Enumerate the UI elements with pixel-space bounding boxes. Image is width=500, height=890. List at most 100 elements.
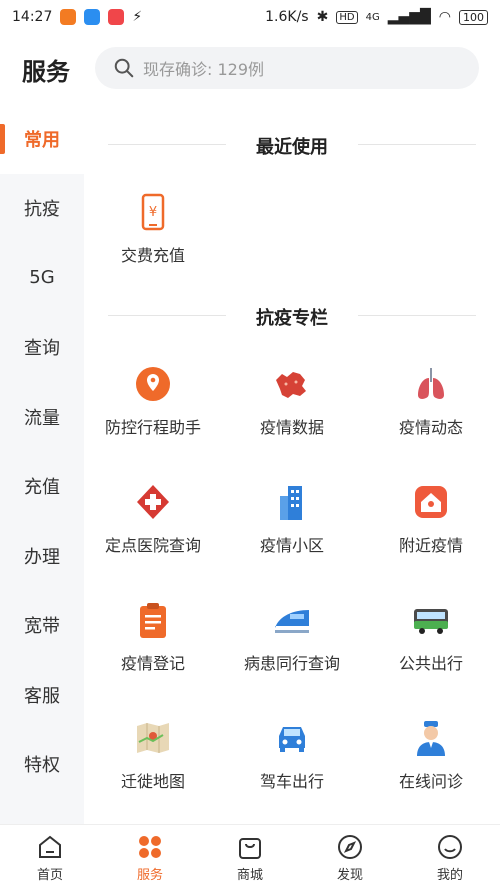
- profile-icon: [438, 834, 462, 859]
- svg-text:¥: ¥: [149, 205, 157, 220]
- lungs-icon: [418, 368, 444, 399]
- section-title-recent: 最近使用: [84, 133, 500, 159]
- tab-discover[interactable]: 发现: [300, 825, 400, 890]
- search-placeholder: 现存确诊: 129例: [143, 60, 265, 79]
- header: 服务 现存确诊: 129例: [0, 34, 500, 104]
- shopping-bag-icon: [239, 837, 261, 859]
- service-label: 驾车出行: [259, 772, 324, 791]
- sidebar-item-data[interactable]: 流量: [0, 382, 84, 452]
- sidebar-item-5g[interactable]: 5G: [0, 243, 84, 313]
- service-travel-assistant[interactable]: 防控行程助手: [84, 364, 222, 464]
- service-label: 迁徙地图: [120, 772, 185, 791]
- compass-icon: [338, 834, 362, 859]
- sidebar-item-label: 抗疫: [24, 199, 60, 221]
- service-online-consultation[interactable]: 在线问诊: [362, 718, 500, 818]
- wifi-icon: ◠: [438, 9, 451, 25]
- main-content: 最近使用 ¥ 交费充值 抗疫专栏 防控行程助手 疫情数据 疫情动态 定点医院查询…: [84, 104, 500, 824]
- sidebar-item-common[interactable]: 常用: [0, 104, 84, 174]
- service-label: 交费充值: [120, 246, 185, 265]
- sidebar-item-label: 客服: [24, 685, 60, 707]
- service-label: 定点医院查询: [104, 536, 201, 555]
- page-title: 服务: [22, 58, 70, 86]
- sidebar-item-label: 5G: [29, 267, 55, 289]
- sidebar-item-privilege[interactable]: 特权: [0, 730, 84, 800]
- location-pin-icon: [136, 367, 170, 401]
- divider: [108, 315, 226, 316]
- nearby-house-icon: [415, 486, 447, 518]
- status-time: 14:27: [12, 9, 53, 25]
- sidebar-item-life[interactable]: 生活: [0, 799, 84, 824]
- signal-icon: ▂▄▆█: [387, 9, 431, 25]
- network-speed: 1.6K/s: [265, 9, 309, 25]
- service-label: 附近疫情: [398, 536, 463, 555]
- train-icon: [275, 610, 309, 633]
- app-notification-icon: [108, 9, 125, 25]
- section-title-anti-epidemic: 抗疫专栏: [84, 304, 500, 330]
- service-epidemic-community[interactable]: 疫情小区: [223, 482, 361, 582]
- service-label: 公共出行: [398, 654, 463, 673]
- service-public-transport[interactable]: 公共出行: [362, 600, 500, 700]
- service-epidemic-data[interactable]: 疫情数据: [223, 364, 361, 464]
- divider: [108, 144, 226, 145]
- sidebar-item-label: 特权: [24, 755, 60, 777]
- service-label: 病患同行查询: [243, 654, 340, 673]
- section-title-text: 最近使用: [256, 137, 328, 158]
- building-icon: [280, 486, 302, 520]
- sidebar-item-recharge[interactable]: 充值: [0, 452, 84, 522]
- sidebar-item-label: 充值: [24, 477, 60, 499]
- tab-home[interactable]: 首页: [0, 825, 100, 890]
- sidebar-item-handle[interactable]: 办理: [0, 521, 84, 591]
- map-icon: [137, 723, 169, 753]
- tab-services[interactable]: 服务: [100, 825, 200, 890]
- service-label: 疫情动态: [398, 418, 463, 437]
- service-label: 在线问诊: [398, 772, 463, 791]
- hospital-cross-icon: [137, 485, 169, 519]
- section-title-text: 抗疫专栏: [256, 308, 328, 329]
- sidebar-item-query[interactable]: 查询: [0, 313, 84, 383]
- service-label: 疫情数据: [259, 418, 324, 437]
- service-patient-trip-query[interactable]: 病患同行查询: [223, 600, 361, 700]
- service-nearby-epidemic[interactable]: 附近疫情: [362, 482, 500, 582]
- search-icon: [114, 58, 134, 78]
- sidebar-item-label: 常用: [24, 129, 60, 151]
- sidebar-item-anti-epidemic[interactable]: 抗疫: [0, 174, 84, 244]
- service-hospital-query[interactable]: 定点医院查询: [84, 482, 222, 582]
- bus-icon: [414, 609, 448, 634]
- sidebar-item-label: 宽带: [24, 616, 60, 638]
- divider: [358, 144, 476, 145]
- flash-icon: ⚡: [132, 9, 143, 25]
- tab-mall[interactable]: 商城: [200, 825, 300, 890]
- hd-icon: HD: [336, 10, 358, 24]
- sidebar-item-label: 查询: [24, 338, 60, 360]
- service-payment[interactable]: ¥ 交费充值: [84, 192, 222, 292]
- service-label: 防控行程助手: [104, 418, 201, 437]
- tab-mine[interactable]: 我的: [400, 825, 500, 890]
- tab-label: 商城: [236, 867, 263, 883]
- bottom-tab-bar: 首页 服务 商城 发现 我的: [0, 824, 500, 890]
- bluetooth-icon: ✱: [316, 9, 329, 25]
- sidebar-item-label: 流量: [24, 407, 60, 429]
- service-epidemic-registration[interactable]: 疫情登记: [84, 600, 222, 700]
- service-migration-map[interactable]: 迁徙地图: [84, 718, 222, 818]
- payment-icon: ¥: [141, 193, 165, 231]
- divider: [358, 315, 476, 316]
- sidebar-item-label: 办理: [24, 546, 60, 568]
- app-notification-icon: [84, 9, 101, 25]
- service-epidemic-news[interactable]: 疫情动态: [362, 364, 500, 464]
- service-label: 疫情小区: [259, 536, 324, 555]
- tab-label: 首页: [36, 867, 63, 883]
- service-driving-trip[interactable]: 驾车出行: [223, 718, 361, 818]
- search-bar[interactable]: 现存确诊: 129例: [95, 47, 479, 89]
- tab-label: 我的: [436, 867, 463, 883]
- service-label: 疫情登记: [120, 654, 185, 673]
- battery-level: 100: [459, 9, 488, 25]
- doctor-icon: [417, 721, 445, 756]
- category-sidebar: 常用 抗疫 5G 查询 流量 充值 办理 宽带 客服 特权 生活: [0, 104, 84, 824]
- services-icon: [139, 835, 161, 858]
- tab-label: 发现: [336, 867, 363, 883]
- sidebar-item-broadband[interactable]: 宽带: [0, 591, 84, 661]
- tab-label: 服务: [136, 867, 163, 883]
- status-bar: 14:27 ⚡ 1.6K/s ✱ HD 4G ▂▄▆█ ◠ 100: [0, 0, 500, 34]
- sidebar-item-customer-service[interactable]: 客服: [0, 660, 84, 730]
- app-notification-icon: [60, 9, 77, 25]
